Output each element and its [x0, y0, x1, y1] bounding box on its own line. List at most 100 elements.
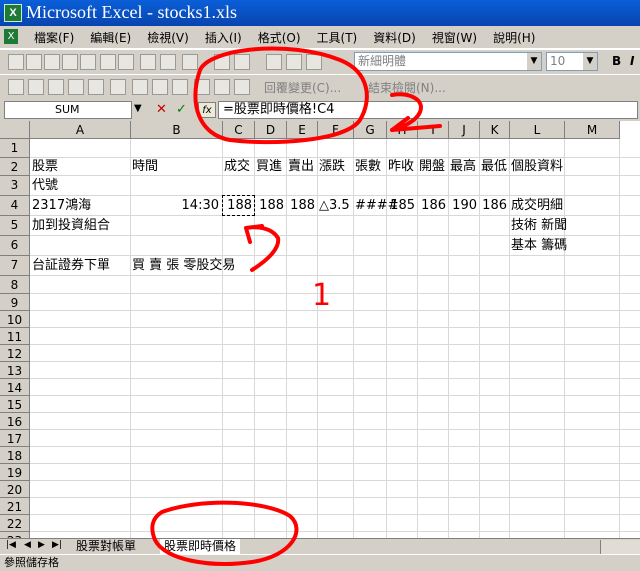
- menu-view[interactable]: 檢視(V): [147, 29, 189, 46]
- cut-icon[interactable]: [140, 54, 156, 70]
- row-header-22[interactable]: 22: [0, 515, 30, 532]
- column-header-c[interactable]: C: [223, 121, 255, 139]
- cell-a4[interactable]: 2317鴻海: [32, 196, 91, 215]
- row-header-16[interactable]: 16: [0, 413, 30, 430]
- row-header-15[interactable]: 15: [0, 396, 30, 413]
- cell-b2[interactable]: 時間: [132, 157, 158, 176]
- cell-i4[interactable]: 186: [418, 196, 446, 215]
- select-all-corner[interactable]: [0, 121, 30, 139]
- cell-c4[interactable]: 188: [223, 196, 252, 215]
- column-header-j[interactable]: J: [449, 121, 480, 139]
- row-header-5[interactable]: 5: [0, 216, 30, 236]
- save-icon[interactable]: [44, 54, 60, 70]
- first-sheet-icon[interactable]: |◀: [6, 540, 16, 550]
- cell-e4[interactable]: 188: [287, 196, 315, 215]
- cell-a3[interactable]: 代號: [32, 176, 58, 195]
- cell-f2[interactable]: 漲跌: [319, 157, 345, 176]
- menu-edit[interactable]: 編輯(E): [90, 29, 131, 46]
- paste-icon[interactable]: [160, 54, 176, 70]
- accept-change-icon[interactable]: [214, 79, 230, 95]
- chevron-down-icon[interactable]: ▼: [134, 103, 142, 114]
- menu-tools[interactable]: 工具(T): [317, 29, 358, 46]
- permission-icon[interactable]: [62, 54, 78, 70]
- worksheet-grid[interactable]: A B C D E F G H I J K L M 1 2 3 4 5 6 7 …: [0, 121, 640, 538]
- send-icon[interactable]: [194, 79, 210, 95]
- tab-stock-realtime-price[interactable]: 股票即時價格: [160, 539, 241, 555]
- formula-input[interactable]: =股票即時價格!C4: [218, 101, 638, 119]
- bold-button[interactable]: B: [612, 54, 621, 68]
- column-header-a[interactable]: A: [30, 121, 131, 139]
- tab-stock-statement[interactable]: 股票對帳單: [76, 539, 136, 554]
- cell-b4[interactable]: 14:30: [131, 196, 219, 215]
- row-header-12[interactable]: 12: [0, 345, 30, 362]
- row-header-7[interactable]: 7: [0, 256, 30, 276]
- column-header-k[interactable]: K: [480, 121, 510, 139]
- cell-l5-link[interactable]: 技術 新聞: [511, 216, 567, 235]
- cell-j4[interactable]: 190: [449, 196, 477, 215]
- cell-d2[interactable]: 買進: [256, 157, 282, 176]
- cell-a5-link[interactable]: 加到投資組合: [32, 216, 110, 235]
- cancel-icon[interactable]: ✕: [156, 102, 167, 117]
- cell-l6-link[interactable]: 基本 籌碼: [511, 236, 567, 255]
- column-header-d[interactable]: D: [255, 121, 287, 139]
- row-header-9[interactable]: 9: [0, 294, 30, 311]
- row-header-6[interactable]: 6: [0, 236, 30, 256]
- cell-a7-link[interactable]: 台証證券下單: [32, 256, 110, 275]
- cell-j2[interactable]: 最高: [450, 157, 476, 176]
- reject-change-icon[interactable]: [234, 79, 250, 95]
- cell-h2[interactable]: 昨收: [388, 157, 414, 176]
- column-header-b[interactable]: B: [131, 121, 223, 139]
- hyperlink-icon[interactable]: [214, 54, 230, 70]
- row-header-2[interactable]: 2: [0, 158, 30, 176]
- new-icon[interactable]: [8, 54, 24, 70]
- row-header-19[interactable]: 19: [0, 464, 30, 481]
- row-header-4[interactable]: 4: [0, 196, 30, 216]
- menu-file[interactable]: 檔案(F): [34, 29, 74, 46]
- cell-k2[interactable]: 最低: [481, 157, 507, 176]
- row-header-18[interactable]: 18: [0, 447, 30, 464]
- cell-e2[interactable]: 賣出: [288, 157, 314, 176]
- row-header-13[interactable]: 13: [0, 362, 30, 379]
- print-preview-icon[interactable]: [118, 54, 134, 70]
- new-comment-icon[interactable]: [8, 79, 24, 95]
- column-header-f[interactable]: F: [318, 121, 354, 139]
- menu-help[interactable]: 說明(H): [493, 29, 535, 46]
- cell-a2[interactable]: 股票: [32, 157, 58, 176]
- column-header-g[interactable]: G: [354, 121, 387, 139]
- cell-d4[interactable]: 188: [255, 196, 284, 215]
- cell-i2[interactable]: 開盤: [419, 157, 445, 176]
- row-header-17[interactable]: 17: [0, 430, 30, 447]
- prev-sheet-icon[interactable]: ◀: [24, 540, 31, 550]
- menu-data[interactable]: 資料(D): [373, 29, 416, 46]
- cell-b7-link[interactable]: 買 賣 張 零股交易: [132, 256, 235, 275]
- end-review-button[interactable]: 結束檢閱(N)...: [368, 79, 446, 96]
- row-header-21[interactable]: 21: [0, 498, 30, 515]
- cell-h4[interactable]: 185: [387, 196, 415, 215]
- next-sheet-icon[interactable]: ▶: [38, 540, 45, 550]
- font-name-dropdown[interactable]: 新細明體 ▼: [354, 52, 542, 71]
- row-header-11[interactable]: 11: [0, 328, 30, 345]
- column-header-i[interactable]: I: [418, 121, 449, 139]
- share-icon[interactable]: [172, 79, 188, 95]
- print-icon[interactable]: [100, 54, 116, 70]
- prev-comment-icon[interactable]: [28, 79, 44, 95]
- cell-f4[interactable]: △3.5: [319, 196, 350, 215]
- email-icon[interactable]: [80, 54, 96, 70]
- reply-changes-button[interactable]: 回覆變更(C)...: [264, 79, 341, 96]
- show-comment-icon[interactable]: [68, 79, 84, 95]
- italic-button[interactable]: I: [630, 54, 634, 68]
- cell-c2[interactable]: 成交: [224, 157, 250, 176]
- cell-l4-link[interactable]: 成交明細: [511, 196, 563, 215]
- insert-function-button[interactable]: fx: [198, 102, 216, 118]
- drawing-icon[interactable]: [286, 54, 302, 70]
- font-size-dropdown[interactable]: 10 ▼: [546, 52, 598, 71]
- column-header-m[interactable]: M: [565, 121, 620, 139]
- delete-comment-icon[interactable]: [110, 79, 126, 95]
- row-header-20[interactable]: 20: [0, 481, 30, 498]
- open-icon[interactable]: [26, 54, 42, 70]
- next-comment-icon[interactable]: [48, 79, 64, 95]
- row-header-10[interactable]: 10: [0, 311, 30, 328]
- show-all-comments-icon[interactable]: [88, 79, 104, 95]
- menu-window[interactable]: 視窗(W): [432, 29, 477, 46]
- column-header-e[interactable]: E: [287, 121, 318, 139]
